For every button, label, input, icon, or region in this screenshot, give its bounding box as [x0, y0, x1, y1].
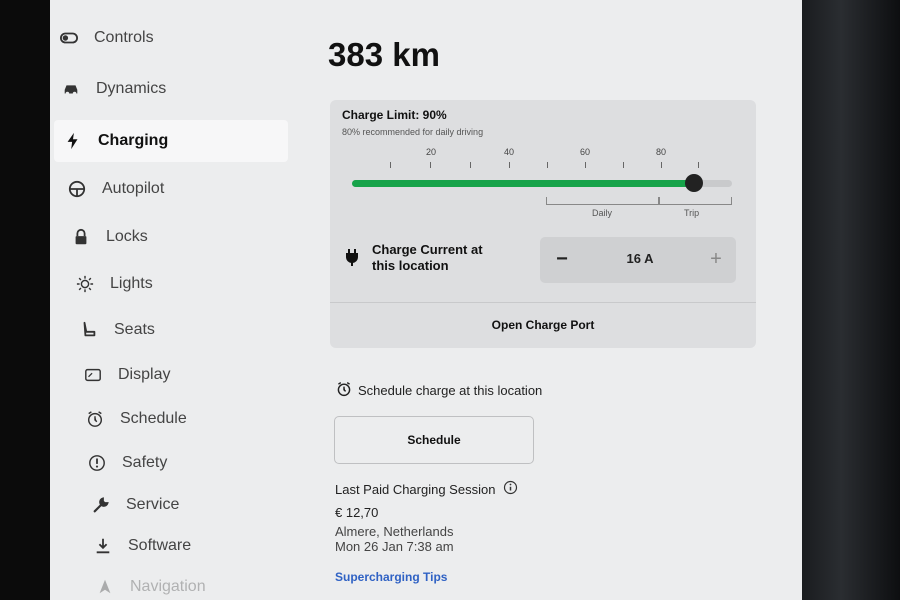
settings-sidebar: Controls Dynamics Charging Autopilot Loc… — [50, 0, 290, 600]
last-session-heading: Last Paid Charging Session — [335, 480, 518, 498]
tick-mark — [585, 162, 586, 168]
sidebar-item-display[interactable]: Display — [54, 354, 288, 396]
last-session-location: Almere, Netherlands — [335, 524, 454, 539]
seat-icon — [78, 319, 100, 341]
tick-mark — [509, 162, 510, 168]
sidebar-item-lights[interactable]: Lights — [54, 263, 288, 305]
open-charge-port-button[interactable]: Open Charge Port — [330, 303, 756, 348]
tick-label-20: 20 — [426, 147, 437, 157]
sidebar-item-label: Dynamics — [96, 80, 167, 97]
lightning-icon — [62, 130, 84, 152]
sidebar-item-dynamics[interactable]: Dynamics — [54, 68, 288, 110]
schedule-charge-text: Schedule charge at this location — [358, 383, 543, 398]
tick-mark — [547, 162, 548, 168]
info-icon[interactable] — [495, 480, 518, 498]
charge-current-label-line2: this location — [372, 258, 449, 273]
sidebar-item-label: Navigation — [130, 578, 206, 595]
tick-mark — [661, 162, 662, 168]
sidebar-item-label: Service — [126, 496, 180, 513]
daily-label: Daily — [592, 208, 613, 218]
schedule-button[interactable]: Schedule — [334, 416, 534, 464]
tick-mark — [623, 162, 624, 168]
sidebar-item-schedule[interactable]: Schedule — [54, 398, 288, 440]
screen-bezel — [802, 0, 900, 600]
schedule-charge-heading: Schedule charge at this location — [336, 381, 542, 400]
charging-panel: 383 km Charge Limit: 90% 80% recommended… — [328, 0, 798, 600]
plug-icon — [345, 248, 359, 271]
navigation-arrow-icon — [94, 576, 116, 598]
sidebar-item-safety[interactable]: Safety — [54, 442, 288, 484]
charge-current-label-line1: Charge Current at — [372, 242, 483, 257]
sidebar-item-label: Safety — [122, 454, 168, 471]
last-session-time: Mon 26 Jan 7:38 am — [335, 539, 454, 554]
charge-settings-card: Charge Limit: 90% 80% recommended for da… — [330, 100, 756, 348]
charge-limit-fill — [352, 180, 694, 187]
trip-range-bracket — [658, 197, 732, 205]
lock-icon — [70, 226, 92, 248]
tick-mark — [698, 162, 699, 168]
steering-wheel-icon — [66, 178, 88, 200]
toggle-icon — [58, 27, 80, 49]
charge-current-stepper: − 16 A + — [540, 237, 736, 283]
alarm-clock-icon — [336, 381, 358, 400]
supercharging-tips-link[interactable]: Supercharging Tips — [335, 570, 447, 584]
sidebar-item-label: Schedule — [120, 410, 187, 427]
charge-current-label: Charge Current at this location — [372, 242, 483, 274]
trip-label: Trip — [684, 208, 700, 218]
warning-circle-icon — [86, 452, 108, 474]
download-icon — [92, 535, 114, 557]
sidebar-item-label: Autopilot — [102, 180, 165, 197]
increase-current-button[interactable]: + — [704, 247, 728, 271]
charge-limit-title: Charge Limit: 90% — [342, 108, 447, 122]
tick-mark — [390, 162, 391, 168]
tick-mark — [430, 162, 431, 168]
sidebar-item-label: Controls — [94, 29, 154, 46]
last-session-title: Last Paid Charging Session — [335, 481, 496, 497]
sidebar-item-charging[interactable]: Charging — [54, 120, 288, 162]
sidebar-item-label: Display — [118, 366, 171, 383]
tick-label-40: 40 — [504, 147, 515, 157]
sidebar-item-controls[interactable]: Controls — [54, 17, 288, 59]
last-session-amount: € 12,70 — [335, 505, 379, 520]
sidebar-item-navigation[interactable]: Navigation — [54, 566, 288, 600]
sidebar-item-service[interactable]: Service — [54, 484, 288, 526]
sidebar-item-seats[interactable]: Seats — [54, 309, 288, 351]
alarm-clock-icon — [84, 408, 106, 430]
sidebar-item-label: Seats — [114, 321, 155, 338]
sidebar-item-software[interactable]: Software — [54, 525, 288, 567]
range-display: 383 km — [328, 36, 440, 73]
charge-limit-subtitle: 80% recommended for daily driving — [342, 127, 484, 137]
charge-current-value: 16 A — [626, 251, 654, 266]
display-icon — [82, 364, 104, 386]
tick-label-80: 80 — [656, 147, 667, 157]
tick-label-60: 60 — [580, 147, 591, 157]
charge-limit-handle[interactable] — [685, 174, 703, 192]
sidebar-item-autopilot[interactable]: Autopilot — [54, 168, 288, 210]
car-icon — [60, 78, 82, 100]
charge-limit-slider[interactable] — [352, 174, 732, 192]
wrench-icon — [90, 494, 112, 516]
sidebar-item-locks[interactable]: Locks — [54, 216, 288, 258]
tick-mark — [470, 162, 471, 168]
sun-icon — [74, 273, 96, 295]
sidebar-item-label: Lights — [110, 275, 153, 292]
touchscreen: Controls Dynamics Charging Autopilot Loc… — [50, 0, 802, 600]
sidebar-item-label: Software — [128, 537, 192, 554]
decrease-current-button[interactable]: − — [550, 247, 574, 271]
sidebar-item-label: Charging — [98, 132, 169, 149]
sidebar-item-label: Locks — [106, 228, 148, 245]
daily-range-bracket — [546, 197, 660, 205]
